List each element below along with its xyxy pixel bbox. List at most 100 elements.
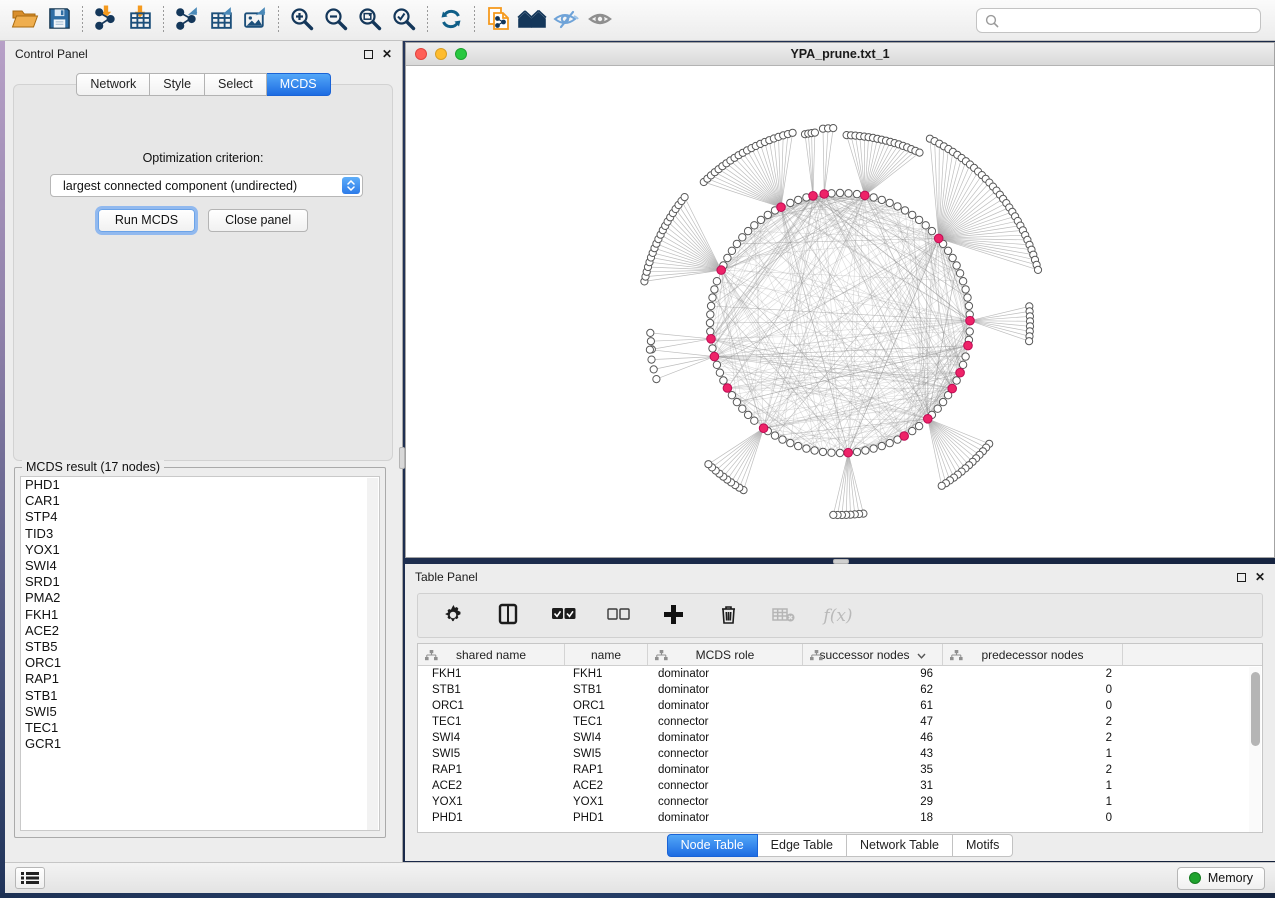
network-node[interactable] <box>705 461 712 468</box>
network-node[interactable] <box>909 427 916 434</box>
close-panel-button[interactable]: Close panel <box>208 209 308 232</box>
table-row[interactable]: PHD1PHD1dominator180 <box>418 810 1262 826</box>
mcds-hub-node[interactable] <box>964 341 973 350</box>
mcds-hub-node[interactable] <box>723 384 732 393</box>
horizontal-splitter-handle[interactable] <box>833 559 849 564</box>
network-node[interactable] <box>764 211 771 218</box>
open-file-button[interactable] <box>8 4 42 36</box>
network-node[interactable] <box>795 196 802 203</box>
settings-button[interactable] <box>436 604 470 628</box>
zoom-fit-button[interactable] <box>353 4 387 36</box>
network-node[interactable] <box>894 203 901 210</box>
search-input[interactable] <box>1005 14 1252 28</box>
network-node[interactable] <box>733 398 740 405</box>
network-node[interactable] <box>707 302 714 309</box>
network-node[interactable] <box>733 240 740 247</box>
vertical-splitter-handle[interactable] <box>399 447 405 469</box>
mcds-result-item[interactable]: PHD1 <box>21 477 379 493</box>
tab-select[interactable]: Select <box>205 73 267 96</box>
mcds-hub-node[interactable] <box>956 368 965 377</box>
network-node[interactable] <box>720 377 727 384</box>
zoom-in-button[interactable] <box>285 4 319 36</box>
network-canvas[interactable] <box>406 66 1274 557</box>
close-table-panel-icon[interactable]: ✕ <box>1255 571 1265 583</box>
select-all-button[interactable] <box>546 604 580 628</box>
table-row[interactable]: SWI5SWI5connector431 <box>418 746 1262 762</box>
network-node[interactable] <box>751 222 758 229</box>
network-node[interactable] <box>878 196 885 203</box>
network-node[interactable] <box>934 405 941 412</box>
network-node[interactable] <box>648 356 655 363</box>
network-node[interactable] <box>901 207 908 214</box>
mcds-result-item[interactable]: STB1 <box>21 688 379 704</box>
network-node[interactable] <box>647 329 654 336</box>
network-node[interactable] <box>757 216 764 223</box>
table-row[interactable]: STB1STB1dominator620 <box>418 682 1262 698</box>
tab-network[interactable]: Network <box>76 73 150 96</box>
network-node[interactable] <box>646 346 653 353</box>
table-scrollbar-thumb[interactable] <box>1251 672 1260 746</box>
ui-settings-menu-button[interactable] <box>15 867 45 889</box>
network-node[interactable] <box>886 199 893 206</box>
network-node[interactable] <box>744 411 751 418</box>
save-session-button[interactable] <box>42 4 76 36</box>
network-node[interactable] <box>771 432 778 439</box>
network-node[interactable] <box>779 436 786 443</box>
network-node[interactable] <box>853 448 860 455</box>
network-node[interactable] <box>1026 338 1033 345</box>
network-node[interactable] <box>724 254 731 261</box>
network-node[interactable] <box>928 227 935 234</box>
refresh-button[interactable] <box>434 4 468 36</box>
network-node[interactable] <box>962 353 969 360</box>
column-header-predecessor-nodes[interactable]: predecessor nodes <box>943 644 1123 665</box>
float-panel-icon[interactable] <box>364 50 373 59</box>
network-node[interactable] <box>959 278 966 285</box>
tab-edge-table[interactable]: Edge Table <box>758 834 847 857</box>
toggle-columns-button[interactable] <box>491 604 525 628</box>
network-node[interactable] <box>915 422 922 429</box>
network-node[interactable] <box>706 319 713 326</box>
network-node[interactable] <box>878 442 885 449</box>
mcds-result-item[interactable]: RAP1 <box>21 671 379 687</box>
network-node[interactable] <box>709 345 716 352</box>
add-row-button[interactable] <box>656 604 690 628</box>
mcds-hub-node[interactable] <box>710 352 719 361</box>
network-node[interactable] <box>751 417 758 424</box>
column-header-shared-name[interactable]: shared name <box>418 644 565 665</box>
mcds-hub-node[interactable] <box>820 190 829 199</box>
network-node[interactable] <box>713 361 720 368</box>
clone-network-button[interactable] <box>481 4 515 36</box>
network-node[interactable] <box>909 211 916 218</box>
network-node[interactable] <box>830 511 837 518</box>
tab-style[interactable]: Style <box>150 73 205 96</box>
node-table[interactable]: shared namenameMCDS rolesuccessor nodesp… <box>417 643 1263 833</box>
show-all-button[interactable] <box>583 4 617 36</box>
network-node[interactable] <box>966 328 973 335</box>
network-node[interactable] <box>713 278 720 285</box>
network-node[interactable] <box>836 449 843 456</box>
network-node[interactable] <box>653 376 660 383</box>
table-row[interactable]: FKH1FKH1dominator962 <box>418 666 1262 682</box>
table-row[interactable]: TEC1TEC1connector472 <box>418 714 1262 730</box>
mcds-result-item[interactable]: PMA2 <box>21 590 379 606</box>
first-neighbors-button[interactable] <box>515 4 549 36</box>
zoom-out-button[interactable] <box>319 4 353 36</box>
network-node[interactable] <box>828 449 835 456</box>
mcds-hub-node[interactable] <box>924 415 933 424</box>
network-node[interactable] <box>830 125 837 132</box>
mcds-hub-node[interactable] <box>900 432 909 441</box>
column-header-MCDS-role[interactable]: MCDS role <box>648 644 803 665</box>
mcds-result-item[interactable]: CAR1 <box>21 493 379 509</box>
network-node[interactable] <box>938 482 945 489</box>
mcds-result-item[interactable]: GCR1 <box>21 736 379 752</box>
search-box[interactable] <box>976 8 1261 33</box>
optimization-criterion-select[interactable]: largest connected component (undirected) <box>50 174 363 197</box>
export-image-button[interactable] <box>238 4 272 36</box>
mcds-hub-node[interactable] <box>966 316 975 325</box>
network-node[interactable] <box>915 216 922 223</box>
network-node[interactable] <box>709 294 716 301</box>
network-node[interactable] <box>803 445 810 452</box>
network-node[interactable] <box>716 369 723 376</box>
network-node[interactable] <box>789 129 796 136</box>
hide-selected-button[interactable] <box>549 4 583 36</box>
